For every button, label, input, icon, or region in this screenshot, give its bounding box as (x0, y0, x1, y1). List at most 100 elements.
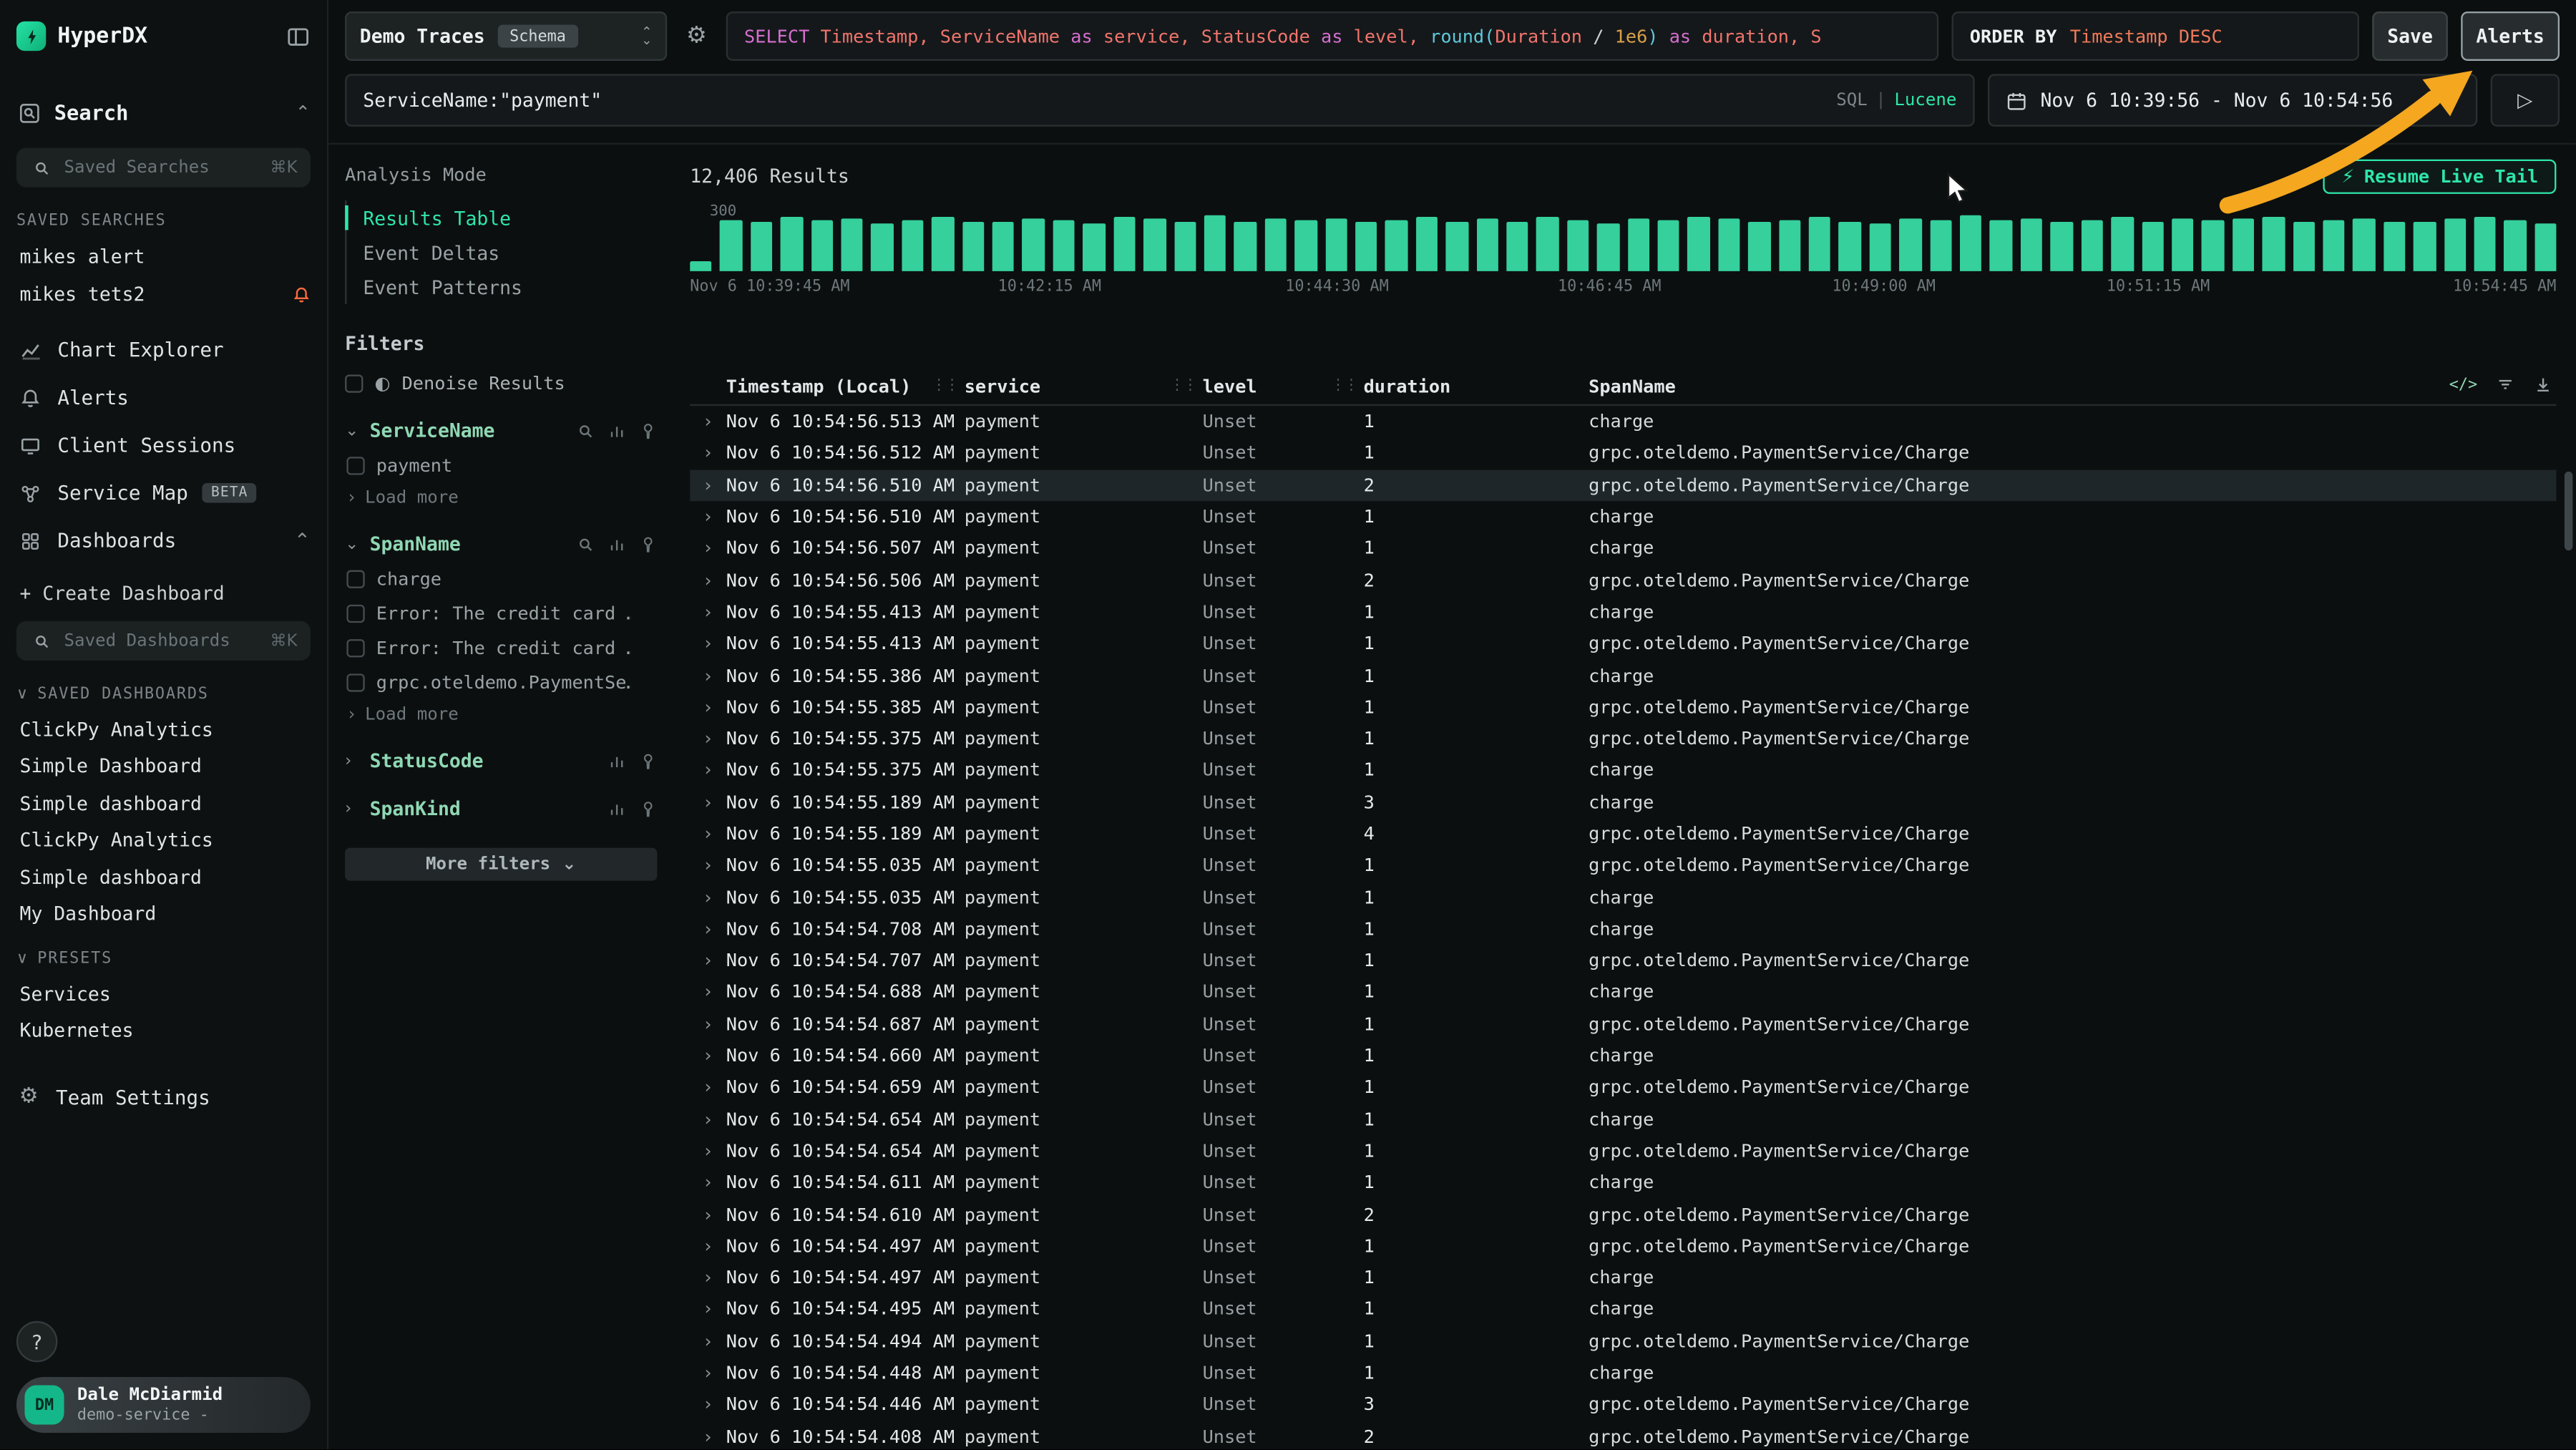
histogram-bar[interactable] (1718, 218, 1740, 271)
language-toggle-lucene[interactable]: Lucene (1894, 90, 1956, 110)
row-expand-icon[interactable]: › (690, 1204, 726, 1225)
chevron-up-icon[interactable]: ⌃ (296, 102, 311, 123)
create-dashboard-button[interactable]: + Create Dashboard (16, 582, 311, 605)
language-toggle-sql[interactable]: SQL (1836, 90, 1868, 110)
table-row[interactable]: ›Nov 6 10:54:56.513 AMpaymentUnset1charg… (690, 406, 2556, 437)
histogram-bar[interactable] (1234, 222, 1257, 271)
row-expand-icon[interactable]: › (690, 982, 726, 1003)
histogram-bar[interactable] (2051, 222, 2073, 271)
filter-value-error-1[interactable]: Error: The credit card … (345, 603, 657, 625)
row-expand-icon[interactable]: › (690, 1235, 726, 1257)
row-expand-icon[interactable]: › (690, 1426, 726, 1447)
filter-search-icon[interactable] (577, 535, 595, 553)
histogram-bar[interactable] (2414, 222, 2436, 271)
table-row[interactable]: ›Nov 6 10:54:54.707 AMpaymentUnset1grpc.… (690, 945, 2556, 976)
table-row[interactable]: ›Nov 6 10:54:54.611 AMpaymentUnset1charg… (690, 1167, 2556, 1198)
row-expand-icon[interactable]: › (690, 1267, 726, 1288)
collapse-sidebar-icon[interactable] (286, 24, 310, 48)
load-more-button[interactable]: › Load more (345, 705, 657, 725)
filter-group-servicename[interactable]: ⌄ ServiceName (345, 419, 657, 442)
search-query-input[interactable]: ServiceName:"payment" SQL | Lucene (345, 74, 1975, 126)
pin-icon[interactable] (639, 799, 657, 817)
column-drag-handle-icon[interactable]: ⋮⋮ (1331, 378, 1357, 394)
histogram-bar[interactable] (1355, 222, 1377, 271)
histogram-bar[interactable] (721, 220, 743, 271)
histogram-bar[interactable] (1143, 218, 1166, 271)
checkbox[interactable] (346, 605, 364, 623)
sidebar-item-chart-explorer[interactable]: Chart Explorer (16, 335, 311, 364)
histogram-bar[interactable] (1325, 218, 1347, 271)
row-expand-icon[interactable]: › (690, 538, 726, 560)
histogram-bar[interactable] (1869, 223, 1891, 271)
sidebar-item-dashboards[interactable]: Dashboards ⌃ (16, 526, 311, 555)
source-settings-gear-icon[interactable]: ⚙ (680, 11, 713, 61)
histogram-bar[interactable] (1113, 217, 1136, 271)
table-row[interactable]: ›Nov 6 10:54:54.660 AMpaymentUnset1charg… (690, 1040, 2556, 1071)
table-row[interactable]: ›Nov 6 10:54:54.497 AMpaymentUnset1charg… (690, 1262, 2556, 1293)
table-row[interactable]: ›Nov 6 10:54:54.448 AMpaymentUnset1charg… (690, 1357, 2556, 1388)
help-button[interactable]: ? (16, 1321, 57, 1362)
dashboard-item[interactable]: ClickPy Analytics (16, 717, 311, 740)
histogram-bar[interactable] (1264, 218, 1287, 271)
sidebar-item-service-map[interactable]: Service Map BETA (16, 478, 311, 507)
table-row[interactable]: ›Nov 6 10:54:54.654 AMpaymentUnset1charg… (690, 1104, 2556, 1135)
filter-chart-icon[interactable] (608, 422, 625, 439)
table-row[interactable]: ›Nov 6 10:54:56.506 AMpaymentUnset2grpc.… (690, 565, 2556, 596)
table-row[interactable]: ›Nov 6 10:54:55.035 AMpaymentUnset1charg… (690, 882, 2556, 913)
histogram-bar[interactable] (690, 261, 712, 271)
presets-label[interactable]: ∨ PRESETS (16, 950, 311, 968)
table-row[interactable]: ›Nov 6 10:54:54.659 AMpaymentUnset1grpc.… (690, 1071, 2556, 1103)
column-drag-handle-icon[interactable]: ⋮⋮ (932, 378, 958, 394)
filter-value-error-2[interactable]: Error: The credit card … (345, 638, 657, 659)
code-view-icon[interactable]: </> (2449, 376, 2477, 394)
histogram-bar[interactable] (1960, 215, 1982, 271)
dashboard-item[interactable]: ClickPy Analytics (16, 828, 311, 851)
row-expand-icon[interactable]: › (690, 1109, 726, 1130)
row-expand-icon[interactable]: › (690, 601, 726, 623)
histogram-bar[interactable] (811, 220, 833, 271)
row-expand-icon[interactable]: › (690, 411, 726, 432)
row-expand-icon[interactable]: › (690, 950, 726, 971)
preset-item[interactable]: Kubernetes (16, 1018, 311, 1041)
histogram-bar[interactable] (2534, 223, 2557, 271)
histogram-bar[interactable] (2293, 222, 2315, 271)
pin-icon[interactable] (639, 535, 657, 553)
histogram-bar[interactable] (1174, 222, 1196, 271)
histogram-bar[interactable] (2504, 220, 2527, 271)
app-logo[interactable]: HyperDX (16, 21, 147, 51)
row-expand-icon[interactable]: › (690, 1045, 726, 1066)
denoise-results-checkbox[interactable]: ◐ Denoise Results (345, 373, 657, 394)
preset-item[interactable]: Services (16, 982, 311, 1005)
dashboard-item[interactable]: My Dashboard (16, 902, 311, 925)
histogram-bar[interactable] (751, 222, 773, 271)
histogram-bar[interactable] (1023, 218, 1045, 271)
histogram-bar[interactable] (1537, 217, 1559, 271)
histogram-bar[interactable] (1415, 217, 1438, 271)
source-selector[interactable]: Demo Traces Schema ⌃⌄ (345, 11, 667, 61)
table-row[interactable]: ›Nov 6 10:54:55.413 AMpaymentUnset1charg… (690, 596, 2556, 628)
filter-chart-icon[interactable] (608, 751, 625, 769)
row-expand-icon[interactable]: › (690, 443, 726, 464)
row-expand-icon[interactable]: › (690, 887, 726, 908)
sidebar-item-client-sessions[interactable]: Client Sessions (16, 431, 311, 460)
histogram-bar[interactable] (1476, 218, 1498, 271)
sidebar-item-alerts[interactable]: Alerts (16, 383, 311, 412)
row-expand-icon[interactable]: › (690, 633, 726, 654)
histogram-bar[interactable] (781, 217, 803, 271)
row-expand-icon[interactable]: › (690, 855, 726, 877)
histogram-bar[interactable] (2323, 220, 2345, 271)
table-row[interactable]: ›Nov 6 10:54:55.386 AMpaymentUnset1charg… (690, 660, 2556, 691)
row-expand-icon[interactable]: › (690, 506, 726, 527)
checkbox[interactable] (345, 374, 363, 392)
sidebar-item-team-settings[interactable]: ⚙ Team Settings (16, 1084, 311, 1109)
row-expand-icon[interactable]: › (690, 918, 726, 940)
row-expand-icon[interactable]: › (690, 1362, 726, 1383)
row-expand-icon[interactable]: › (690, 1140, 726, 1162)
table-row[interactable]: ›Nov 6 10:54:54.654 AMpaymentUnset1grpc.… (690, 1135, 2556, 1167)
analysis-mode-event-patterns[interactable]: Event Patterns (346, 270, 657, 304)
saved-search-item[interactable]: mikes tets2 (16, 283, 311, 306)
row-expand-icon[interactable]: › (690, 475, 726, 496)
histogram-bar[interactable] (1294, 220, 1317, 271)
row-expand-icon[interactable]: › (690, 1394, 726, 1416)
row-expand-icon[interactable]: › (690, 696, 726, 718)
